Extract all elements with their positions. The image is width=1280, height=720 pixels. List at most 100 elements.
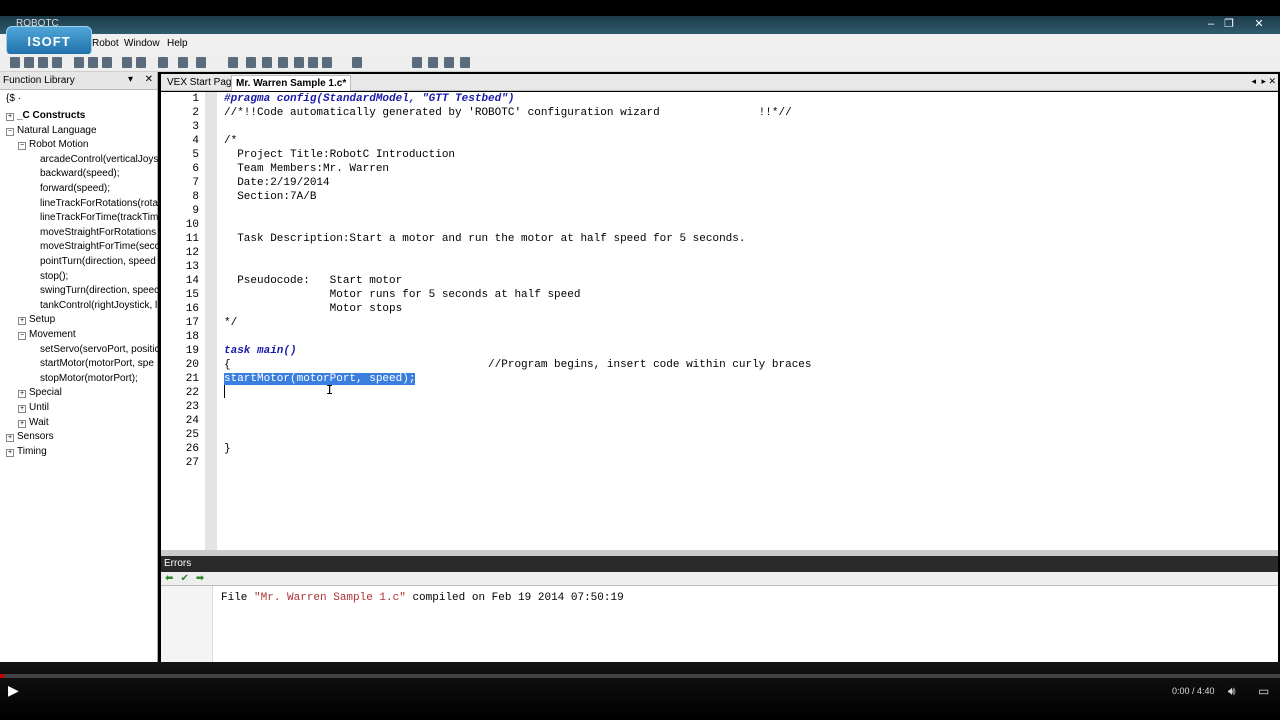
function-tree-item[interactable]: stop(); [40,270,158,284]
code-line[interactable]: task main() [224,345,297,357]
pin-icon[interactable]: ▾ [128,74,133,85]
fullscreen-icon[interactable]: ▭ [1258,684,1269,698]
function-tree-item[interactable]: tankControl(rightJoystick, l [40,299,158,313]
function-tree-item[interactable]: pointTurn(direction, speed [40,255,158,269]
close-panel-icon[interactable]: ✕ [145,74,153,85]
tool-c-icon[interactable] [444,57,454,68]
save-all-icon[interactable] [52,57,62,68]
tab-vex-start-page[interactable]: VEX Start Page [163,75,241,91]
bookmark-icon[interactable] [322,57,332,68]
code-line[interactable]: Pseudocode: Start motor [224,275,402,287]
tool-b-icon[interactable] [428,57,438,68]
expand-icon[interactable]: + [18,390,26,399]
debug-icon[interactable] [352,57,362,68]
save-icon[interactable] [38,57,48,68]
function-tree-item[interactable]: − Natural Language [6,124,158,138]
check-icon[interactable]: ✔ [180,573,188,584]
function-tree-label: forward(speed); [40,183,111,194]
expand-icon[interactable]: + [6,434,14,443]
errors-panel: Errors ⬅ ✔ ➡ File "Mr. Warren Sample 1.c… [161,556,1278,662]
collapse-icon[interactable]: − [6,127,14,136]
tool-d-icon[interactable] [460,57,470,68]
code-line[interactable]: */ [224,317,237,329]
collapse-icon[interactable]: − [18,332,26,340]
next-error-icon[interactable]: ➡ [196,573,204,584]
play-icon[interactable]: ▶ [8,682,28,700]
menu-window[interactable]: Window [124,38,160,49]
function-tree-item[interactable]: lineTrackForRotations(rota [40,197,158,211]
undo-icon[interactable] [122,57,132,68]
open-file-icon[interactable] [24,57,34,68]
cut-icon[interactable] [74,57,84,68]
code-line[interactable]: Section:7A/B [224,191,316,203]
expand-icon[interactable]: + [18,405,26,413]
code-line[interactable]: //*!!Code automatically generated by 'RO… [224,107,792,119]
function-tree-item[interactable]: + Setup [18,313,158,327]
function-tree-item[interactable]: + Sensors [6,430,158,444]
expand-icon[interactable]: + [18,317,26,326]
prev-error-icon[interactable]: ⬅ [165,573,173,584]
find-icon[interactable] [228,57,238,68]
menu-robot[interactable]: Robot [92,38,119,49]
function-tree-item[interactable]: + Until [18,401,158,415]
compile-icon[interactable] [158,57,168,68]
video-time: 0:00 / 4:40 [1172,686,1215,696]
code-line[interactable]: Task Description:Start a motor and run t… [224,233,745,245]
code-line[interactable]: startMotor(motorPort, speed); [224,373,416,385]
code-line[interactable]: Motor stops [224,303,403,315]
function-tree-item[interactable]: moveStraightForRotations [40,226,158,240]
code-line[interactable]: Project Title:RobotC Introduction [224,149,455,161]
expand-icon[interactable]: + [6,113,14,121]
code-line[interactable]: Team Members:Mr. Warren [224,163,389,175]
function-tree-item[interactable]: stopMotor(motorPort); [40,372,158,386]
function-filter[interactable]: {$ · [0,90,157,108]
function-tree-item[interactable]: − Robot Motion [18,138,158,152]
collapse-icon[interactable]: − [18,142,26,151]
wizard-icon[interactable] [278,57,288,68]
code-line[interactable]: #pragma config(StandardModel, "GTT Testb… [224,93,514,105]
function-tree-item[interactable]: + Special [18,386,158,400]
indent-icon[interactable] [246,57,256,68]
list-icon[interactable] [308,57,318,68]
redo-icon[interactable] [136,57,146,68]
function-tree-item[interactable]: setServo(servoPort, positic [40,343,158,357]
tab-close-icon[interactable]: ✕ [1268,76,1276,87]
close-icon[interactable]: ✕ [1250,17,1268,32]
menu-help[interactable]: Help [167,38,188,49]
outdent-icon[interactable] [262,57,272,68]
code-line[interactable]: { //Program begins, insert code within c… [224,359,812,371]
function-tree-item[interactable]: moveStraightForTime(secc [40,240,158,254]
function-tree-item[interactable]: − Movement [18,328,158,342]
new-file-icon[interactable] [10,57,20,68]
function-tree-item[interactable]: startMotor(motorPort, spe [40,357,158,371]
comment-icon[interactable] [294,57,304,68]
line-number: 17 [185,317,199,329]
function-tree-item[interactable]: backward(speed); [40,167,158,181]
expand-icon[interactable]: + [18,419,26,428]
video-progress-bar[interactable] [0,674,1280,678]
function-tree-item[interactable]: swingTurn(direction, speec [40,284,158,298]
function-tree-item[interactable]: arcadeControl(verticalJoys [40,153,158,167]
print-icon[interactable] [196,57,206,68]
tool-a-icon[interactable] [412,57,422,68]
tab-scroll-left-icon[interactable]: ◂ [1251,76,1256,87]
code-editor[interactable]: 1 2 3 4 5 6 7 8 9 10 11 12 13 14 15 16 17 18 19 20 21 22 23 24 2… [161,92,1278,550]
function-tree-item[interactable]: + Wait [18,416,158,430]
maximize-icon[interactable]: ❐ [1220,17,1238,32]
code-line[interactable]: Date:2/19/2014 [224,177,329,189]
function-tree-item[interactable]: lineTrackForTime(trackTim [40,211,158,225]
function-tree-item[interactable]: + Timing [6,445,158,459]
minimize-icon[interactable]: – [1202,17,1220,32]
tab-scroll-right-icon[interactable]: ▸ [1261,76,1266,87]
function-tree-item[interactable]: forward(speed); [40,182,158,196]
code-line[interactable]: Motor runs for 5 seconds at half speed [224,289,581,301]
function-tree-item[interactable]: + _C Constructs [6,109,158,123]
code-line[interactable]: } [224,443,231,455]
code-line[interactable]: /* [224,135,237,147]
tab-current-file[interactable]: Mr. Warren Sample 1.c* [231,75,352,91]
expand-icon[interactable]: + [6,448,14,457]
download-icon[interactable] [178,57,188,68]
copy-icon[interactable] [88,57,98,68]
volume-icon[interactable]: 🔊︎ [1228,684,1236,699]
paste-icon[interactable] [102,57,112,68]
